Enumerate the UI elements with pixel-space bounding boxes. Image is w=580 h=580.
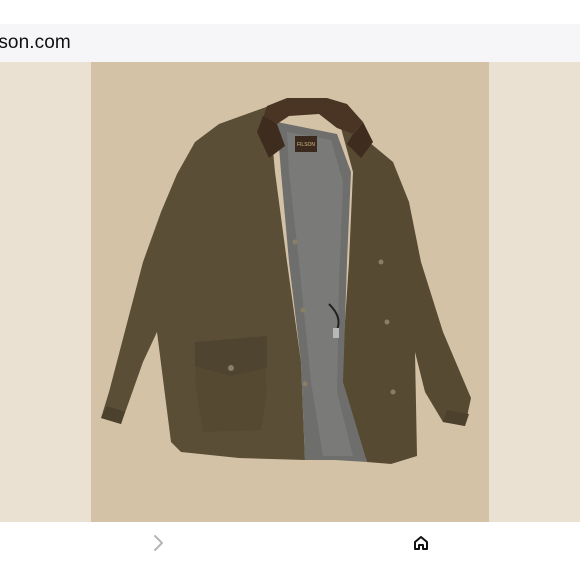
chevron-right-icon: [154, 535, 163, 551]
next-button[interactable]: [146, 530, 172, 556]
url-text[interactable]: lson.com: [0, 32, 71, 54]
product-image-panel: FILSON: [91, 62, 489, 522]
bottom-toolbar: [0, 522, 580, 580]
brand-tag-text: FILSON: [297, 142, 315, 148]
address-bar[interactable]: lson.com: [0, 24, 580, 62]
home-icon: [414, 536, 428, 550]
product-image-area: FILSON: [0, 62, 580, 522]
page: lson.com FILSON: [0, 0, 580, 580]
home-button[interactable]: [408, 530, 434, 556]
jacket-image: FILSON: [101, 98, 471, 464]
